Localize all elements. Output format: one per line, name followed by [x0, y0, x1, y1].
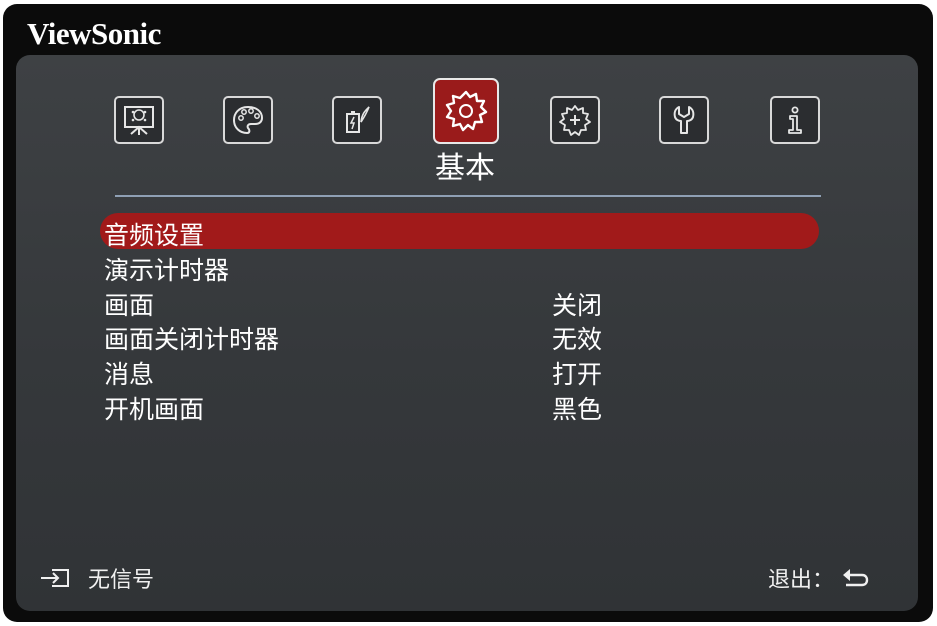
input-source-icon [41, 569, 69, 587]
menu-item-audio-settings[interactable]: 音频设置 [104, 216, 704, 250]
menu-item-value: 黑色 [552, 395, 603, 424]
menu-item-label: 演示计时器 [104, 256, 230, 285]
menu-item-label: 开机画面 [104, 395, 205, 424]
tab-information[interactable] [770, 96, 820, 144]
gear-icon [445, 90, 488, 132]
tab-color[interactable] [223, 96, 273, 144]
menu-item-value: 关闭 [552, 291, 603, 320]
wrench-icon [673, 106, 695, 134]
menu-item-screen[interactable]: 画面 关闭 [104, 286, 704, 320]
tab-basic[interactable] [433, 78, 499, 144]
power-saving-icon [346, 106, 370, 133]
menu-item-label: 消息 [104, 360, 155, 389]
display-icon [124, 106, 154, 135]
tab-maintenance[interactable] [659, 96, 709, 144]
menu-item-screen-off-timer[interactable]: 画面关闭计时器 无效 [104, 320, 704, 354]
exit-hint[interactable]: 退出： [768, 563, 870, 593]
tab-display[interactable] [114, 96, 164, 144]
tab-advanced[interactable] [550, 96, 600, 144]
advanced-settings-icon [559, 105, 591, 136]
menu-item-startup-screen[interactable]: 开机画面 黑色 [104, 390, 704, 424]
return-icon [843, 569, 869, 587]
menu-item-label: 画面关闭计时器 [104, 325, 280, 354]
menu-item-value: 打开 [552, 360, 603, 389]
active-tab-label: 基本 [435, 151, 495, 186]
brand-logo: ViewSonic [27, 16, 161, 51]
menu-item-message[interactable]: 消息 打开 [104, 355, 704, 389]
info-icon [788, 106, 802, 134]
menu-item-value: 无效 [552, 325, 603, 354]
divider [115, 195, 821, 197]
exit-label: 退出： [768, 568, 835, 593]
menu-item-label: 音频设置 [104, 221, 205, 250]
menu-item-presentation-timer[interactable]: 演示计时器 [104, 251, 704, 285]
tab-power[interactable] [332, 96, 382, 144]
menu-item-label: 画面 [104, 291, 155, 320]
input-status: 无信号 [38, 563, 154, 593]
palette-icon [232, 105, 264, 135]
input-status-text: 无信号 [88, 568, 155, 593]
